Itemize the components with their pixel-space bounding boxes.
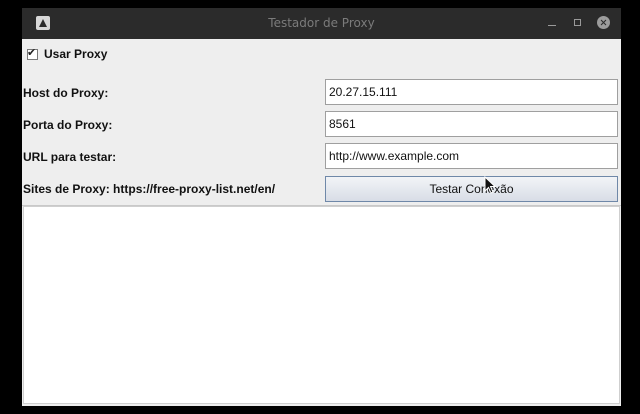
title-bar: Testador de Proxy xyxy=(22,8,621,39)
host-input[interactable] xyxy=(325,79,618,105)
window-title: Testador de Proxy xyxy=(268,16,375,30)
url-label: URL para testar: xyxy=(23,150,117,164)
mouse-pointer-icon xyxy=(484,176,496,194)
test-connection-button[interactable]: Testar Conexão xyxy=(325,176,618,202)
host-label: Host do Proxy: xyxy=(23,86,109,100)
url-input[interactable] xyxy=(325,143,618,169)
maximize-icon[interactable] xyxy=(572,17,584,29)
proxy-form: ✔ Usar Proxy Host do Proxy: Porta do Pro… xyxy=(22,39,621,206)
use-proxy-checkbox-row[interactable]: ✔ Usar Proxy xyxy=(27,46,107,62)
port-label: Porta do Proxy: xyxy=(23,118,113,132)
port-input[interactable] xyxy=(325,111,618,137)
minimize-icon[interactable] xyxy=(546,17,558,29)
close-icon[interactable] xyxy=(597,16,610,29)
app-window: Testador de Proxy ✔ Usar Proxy Host do P… xyxy=(22,8,621,406)
checkmark-icon: ✔ xyxy=(27,45,37,59)
use-proxy-label[interactable]: Usar Proxy xyxy=(44,47,107,61)
proxy-sites-label: Sites de Proxy: https://free-proxy-list.… xyxy=(23,182,276,196)
output-text-area[interactable] xyxy=(23,206,620,404)
use-proxy-checkbox[interactable]: ✔ xyxy=(27,45,38,60)
